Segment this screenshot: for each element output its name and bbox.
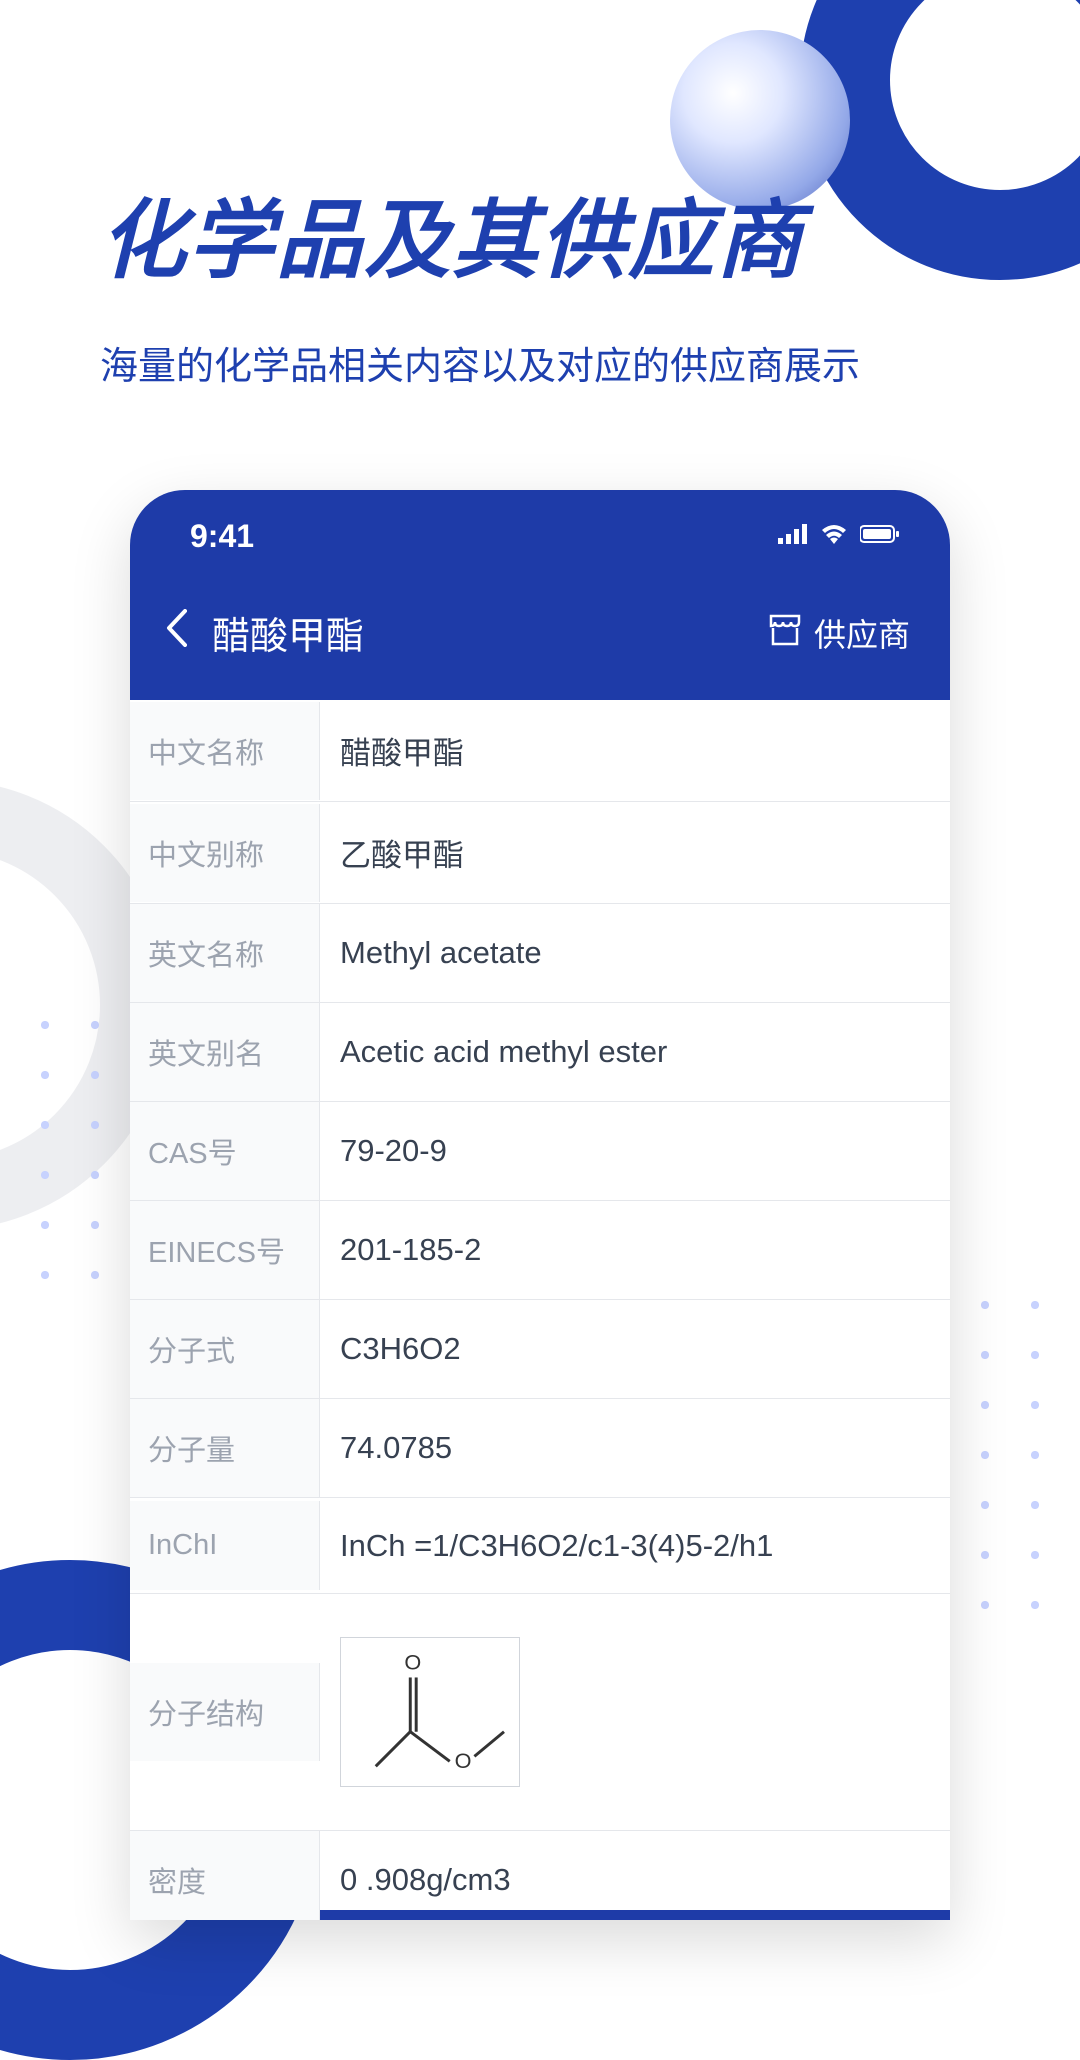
phone-mockup: 9:41 xyxy=(130,490,950,1920)
detail-label-english-name: 英文名称 xyxy=(130,904,320,1002)
detail-label-einecs: EINECS号 xyxy=(130,1201,320,1299)
nav-left: 醋酸甲酯 xyxy=(165,605,364,660)
table-row: 英文别名 Acetic acid methyl ester xyxy=(130,1003,950,1102)
table-row: 密度 0 .908g/cm3 xyxy=(130,1831,950,1920)
detail-value-chinese-name: 醋酸甲酯 xyxy=(320,700,950,801)
supplier-button[interactable]: 供应商 xyxy=(768,610,910,656)
detail-label-structure: 分子结构 xyxy=(130,1663,320,1761)
detail-value-english-alias: Acetic acid methyl ester xyxy=(320,1006,950,1098)
molecule-structure-image: O O xyxy=(340,1637,520,1787)
detail-value-density: 0 .908g/cm3 xyxy=(320,1834,950,1920)
supplier-label: 供应商 xyxy=(814,610,910,656)
table-row: CAS号 79-20-9 xyxy=(130,1102,950,1201)
table-row: 分子量 74.0785 xyxy=(130,1399,950,1498)
detail-value-cas: 79-20-9 xyxy=(320,1105,950,1197)
table-row: 中文名称 醋酸甲酯 xyxy=(130,700,950,802)
svg-text:O: O xyxy=(404,1650,421,1675)
detail-label-cas: CAS号 xyxy=(130,1102,320,1200)
page-subtitle: 海量的化学品相关内容以及对应的供应商展示 xyxy=(100,335,980,390)
table-row: 中文别称 乙酸甲酯 xyxy=(130,802,950,904)
detail-value-structure: O O xyxy=(320,1594,950,1830)
detail-value-chinese-alias: 乙酸甲酯 xyxy=(320,802,950,903)
header-section: 化学品及其供应商 海量的化学品相关内容以及对应的供应商展示 xyxy=(0,0,1080,390)
table-row: 英文名称 Methyl acetate xyxy=(130,904,950,1003)
status-time: 9:41 xyxy=(190,518,254,555)
wifi-icon xyxy=(820,524,848,549)
detail-value-weight: 74.0785 xyxy=(320,1402,950,1494)
detail-value-inchi: InCh =1/C3H6O2/c1-3(4)5-2/h1 xyxy=(320,1500,950,1592)
signal-icon xyxy=(778,524,808,549)
nav-bar: 醋酸甲酯 供应商 xyxy=(130,565,950,700)
status-icons xyxy=(778,524,900,549)
detail-label-english-alias: 英文别名 xyxy=(130,1003,320,1101)
detail-label-chinese-name: 中文名称 xyxy=(130,702,320,800)
nav-title: 醋酸甲酯 xyxy=(212,605,364,660)
table-row: 分子结构 O O xyxy=(130,1594,950,1831)
detail-label-density: 密度 xyxy=(130,1831,320,1920)
table-row: EINECS号 201-185-2 xyxy=(130,1201,950,1300)
detail-label-formula: 分子式 xyxy=(130,1300,320,1398)
detail-label-chinese-alias: 中文别称 xyxy=(130,804,320,902)
detail-table: 中文名称 醋酸甲酯 中文别称 乙酸甲酯 英文名称 Methyl acetate … xyxy=(130,700,950,1910)
svg-text:O: O xyxy=(455,1748,472,1773)
detail-label-weight: 分子量 xyxy=(130,1399,320,1497)
status-bar: 9:41 xyxy=(130,490,950,565)
back-icon[interactable] xyxy=(165,609,187,657)
page-title: 化学品及其供应商 xyxy=(100,170,980,295)
detail-value-einecs: 201-185-2 xyxy=(320,1204,950,1296)
battery-icon xyxy=(860,524,900,549)
table-row: 分子式 C3H6O2 xyxy=(130,1300,950,1399)
detail-label-inchi: InChI xyxy=(130,1501,320,1590)
shop-icon xyxy=(768,614,802,651)
detail-value-english-name: Methyl acetate xyxy=(320,907,950,999)
detail-value-formula: C3H6O2 xyxy=(320,1303,950,1395)
table-row: InChI InCh =1/C3H6O2/c1-3(4)5-2/h1 xyxy=(130,1498,950,1594)
